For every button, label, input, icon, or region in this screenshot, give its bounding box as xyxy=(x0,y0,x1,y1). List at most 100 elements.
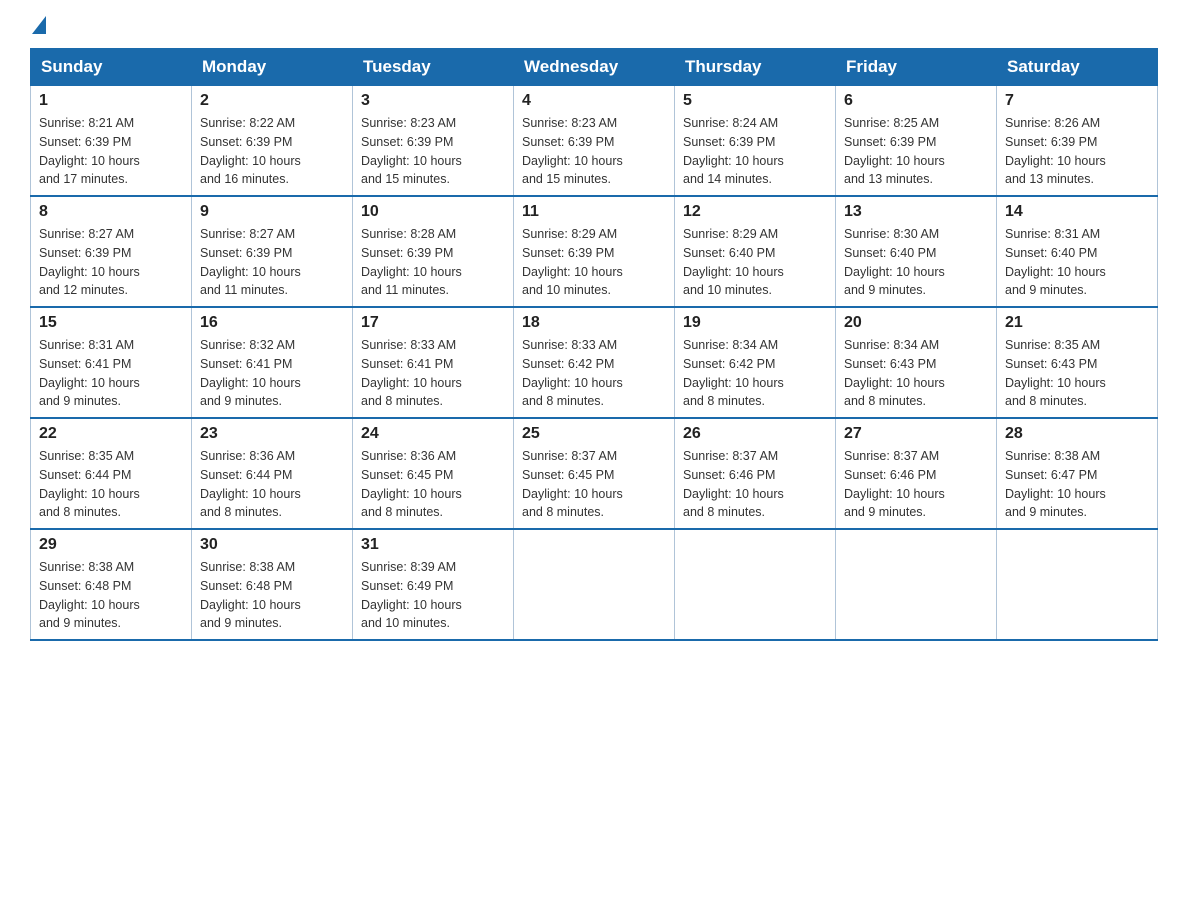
calendar-cell: 30 Sunrise: 8:38 AM Sunset: 6:48 PM Dayl… xyxy=(192,529,353,640)
day-info: Sunrise: 8:23 AM Sunset: 6:39 PM Dayligh… xyxy=(361,114,505,189)
day-info: Sunrise: 8:27 AM Sunset: 6:39 PM Dayligh… xyxy=(200,225,344,300)
day-info: Sunrise: 8:37 AM Sunset: 6:46 PM Dayligh… xyxy=(683,447,827,522)
day-number: 23 xyxy=(200,425,344,443)
day-info: Sunrise: 8:37 AM Sunset: 6:45 PM Dayligh… xyxy=(522,447,666,522)
calendar-cell: 10 Sunrise: 8:28 AM Sunset: 6:39 PM Dayl… xyxy=(353,196,514,307)
day-info: Sunrise: 8:39 AM Sunset: 6:49 PM Dayligh… xyxy=(361,558,505,633)
day-number: 15 xyxy=(39,314,183,332)
logo xyxy=(30,20,46,38)
day-info: Sunrise: 8:25 AM Sunset: 6:39 PM Dayligh… xyxy=(844,114,988,189)
calendar-cell: 6 Sunrise: 8:25 AM Sunset: 6:39 PM Dayli… xyxy=(836,86,997,197)
day-number: 24 xyxy=(361,425,505,443)
header-tuesday: Tuesday xyxy=(353,49,514,86)
calendar-cell: 15 Sunrise: 8:31 AM Sunset: 6:41 PM Dayl… xyxy=(31,307,192,418)
calendar-cell: 2 Sunrise: 8:22 AM Sunset: 6:39 PM Dayli… xyxy=(192,86,353,197)
day-number: 10 xyxy=(361,203,505,221)
day-info: Sunrise: 8:31 AM Sunset: 6:41 PM Dayligh… xyxy=(39,336,183,411)
day-info: Sunrise: 8:36 AM Sunset: 6:44 PM Dayligh… xyxy=(200,447,344,522)
header-monday: Monday xyxy=(192,49,353,86)
calendar-week-row: 1 Sunrise: 8:21 AM Sunset: 6:39 PM Dayli… xyxy=(31,86,1158,197)
day-number: 21 xyxy=(1005,314,1149,332)
calendar-header-row: SundayMondayTuesdayWednesdayThursdayFrid… xyxy=(31,49,1158,86)
calendar-cell: 19 Sunrise: 8:34 AM Sunset: 6:42 PM Dayl… xyxy=(675,307,836,418)
day-info: Sunrise: 8:21 AM Sunset: 6:39 PM Dayligh… xyxy=(39,114,183,189)
day-number: 17 xyxy=(361,314,505,332)
day-number: 19 xyxy=(683,314,827,332)
calendar-cell: 29 Sunrise: 8:38 AM Sunset: 6:48 PM Dayl… xyxy=(31,529,192,640)
header-sunday: Sunday xyxy=(31,49,192,86)
calendar-cell: 27 Sunrise: 8:37 AM Sunset: 6:46 PM Dayl… xyxy=(836,418,997,529)
day-number: 25 xyxy=(522,425,666,443)
day-number: 30 xyxy=(200,536,344,554)
calendar-cell: 8 Sunrise: 8:27 AM Sunset: 6:39 PM Dayli… xyxy=(31,196,192,307)
day-number: 11 xyxy=(522,203,666,221)
calendar-week-row: 29 Sunrise: 8:38 AM Sunset: 6:48 PM Dayl… xyxy=(31,529,1158,640)
calendar-cell: 28 Sunrise: 8:38 AM Sunset: 6:47 PM Dayl… xyxy=(997,418,1158,529)
calendar-cell xyxy=(836,529,997,640)
day-info: Sunrise: 8:38 AM Sunset: 6:48 PM Dayligh… xyxy=(39,558,183,633)
day-number: 22 xyxy=(39,425,183,443)
day-number: 28 xyxy=(1005,425,1149,443)
header-saturday: Saturday xyxy=(997,49,1158,86)
calendar-cell xyxy=(514,529,675,640)
calendar-cell: 20 Sunrise: 8:34 AM Sunset: 6:43 PM Dayl… xyxy=(836,307,997,418)
day-number: 27 xyxy=(844,425,988,443)
calendar-cell: 4 Sunrise: 8:23 AM Sunset: 6:39 PM Dayli… xyxy=(514,86,675,197)
day-info: Sunrise: 8:32 AM Sunset: 6:41 PM Dayligh… xyxy=(200,336,344,411)
day-number: 29 xyxy=(39,536,183,554)
calendar-cell: 12 Sunrise: 8:29 AM Sunset: 6:40 PM Dayl… xyxy=(675,196,836,307)
day-info: Sunrise: 8:29 AM Sunset: 6:39 PM Dayligh… xyxy=(522,225,666,300)
calendar-cell: 24 Sunrise: 8:36 AM Sunset: 6:45 PM Dayl… xyxy=(353,418,514,529)
calendar-cell: 31 Sunrise: 8:39 AM Sunset: 6:49 PM Dayl… xyxy=(353,529,514,640)
day-number: 20 xyxy=(844,314,988,332)
calendar-cell xyxy=(675,529,836,640)
day-number: 13 xyxy=(844,203,988,221)
day-info: Sunrise: 8:34 AM Sunset: 6:43 PM Dayligh… xyxy=(844,336,988,411)
day-number: 26 xyxy=(683,425,827,443)
day-info: Sunrise: 8:37 AM Sunset: 6:46 PM Dayligh… xyxy=(844,447,988,522)
day-number: 12 xyxy=(683,203,827,221)
calendar-cell: 7 Sunrise: 8:26 AM Sunset: 6:39 PM Dayli… xyxy=(997,86,1158,197)
day-number: 7 xyxy=(1005,92,1149,110)
logo-arrow-icon xyxy=(32,16,46,34)
day-info: Sunrise: 8:23 AM Sunset: 6:39 PM Dayligh… xyxy=(522,114,666,189)
calendar-week-row: 22 Sunrise: 8:35 AM Sunset: 6:44 PM Dayl… xyxy=(31,418,1158,529)
day-number: 18 xyxy=(522,314,666,332)
header-wednesday: Wednesday xyxy=(514,49,675,86)
calendar-cell: 26 Sunrise: 8:37 AM Sunset: 6:46 PM Dayl… xyxy=(675,418,836,529)
calendar-cell: 21 Sunrise: 8:35 AM Sunset: 6:43 PM Dayl… xyxy=(997,307,1158,418)
calendar-cell: 23 Sunrise: 8:36 AM Sunset: 6:44 PM Dayl… xyxy=(192,418,353,529)
day-info: Sunrise: 8:38 AM Sunset: 6:48 PM Dayligh… xyxy=(200,558,344,633)
day-info: Sunrise: 8:24 AM Sunset: 6:39 PM Dayligh… xyxy=(683,114,827,189)
calendar-cell: 17 Sunrise: 8:33 AM Sunset: 6:41 PM Dayl… xyxy=(353,307,514,418)
calendar-cell xyxy=(997,529,1158,640)
calendar-cell: 22 Sunrise: 8:35 AM Sunset: 6:44 PM Dayl… xyxy=(31,418,192,529)
day-info: Sunrise: 8:38 AM Sunset: 6:47 PM Dayligh… xyxy=(1005,447,1149,522)
day-number: 4 xyxy=(522,92,666,110)
day-number: 6 xyxy=(844,92,988,110)
day-info: Sunrise: 8:22 AM Sunset: 6:39 PM Dayligh… xyxy=(200,114,344,189)
day-info: Sunrise: 8:35 AM Sunset: 6:44 PM Dayligh… xyxy=(39,447,183,522)
day-info: Sunrise: 8:35 AM Sunset: 6:43 PM Dayligh… xyxy=(1005,336,1149,411)
day-number: 8 xyxy=(39,203,183,221)
day-number: 1 xyxy=(39,92,183,110)
calendar-cell: 5 Sunrise: 8:24 AM Sunset: 6:39 PM Dayli… xyxy=(675,86,836,197)
calendar-table: SundayMondayTuesdayWednesdayThursdayFrid… xyxy=(30,48,1158,641)
calendar-cell: 16 Sunrise: 8:32 AM Sunset: 6:41 PM Dayl… xyxy=(192,307,353,418)
header-friday: Friday xyxy=(836,49,997,86)
day-number: 31 xyxy=(361,536,505,554)
day-info: Sunrise: 8:31 AM Sunset: 6:40 PM Dayligh… xyxy=(1005,225,1149,300)
day-info: Sunrise: 8:26 AM Sunset: 6:39 PM Dayligh… xyxy=(1005,114,1149,189)
day-info: Sunrise: 8:29 AM Sunset: 6:40 PM Dayligh… xyxy=(683,225,827,300)
day-info: Sunrise: 8:36 AM Sunset: 6:45 PM Dayligh… xyxy=(361,447,505,522)
header-thursday: Thursday xyxy=(675,49,836,86)
day-info: Sunrise: 8:27 AM Sunset: 6:39 PM Dayligh… xyxy=(39,225,183,300)
day-info: Sunrise: 8:30 AM Sunset: 6:40 PM Dayligh… xyxy=(844,225,988,300)
day-info: Sunrise: 8:33 AM Sunset: 6:42 PM Dayligh… xyxy=(522,336,666,411)
calendar-cell: 3 Sunrise: 8:23 AM Sunset: 6:39 PM Dayli… xyxy=(353,86,514,197)
day-number: 16 xyxy=(200,314,344,332)
day-number: 3 xyxy=(361,92,505,110)
calendar-cell: 11 Sunrise: 8:29 AM Sunset: 6:39 PM Dayl… xyxy=(514,196,675,307)
calendar-cell: 13 Sunrise: 8:30 AM Sunset: 6:40 PM Dayl… xyxy=(836,196,997,307)
calendar-week-row: 8 Sunrise: 8:27 AM Sunset: 6:39 PM Dayli… xyxy=(31,196,1158,307)
